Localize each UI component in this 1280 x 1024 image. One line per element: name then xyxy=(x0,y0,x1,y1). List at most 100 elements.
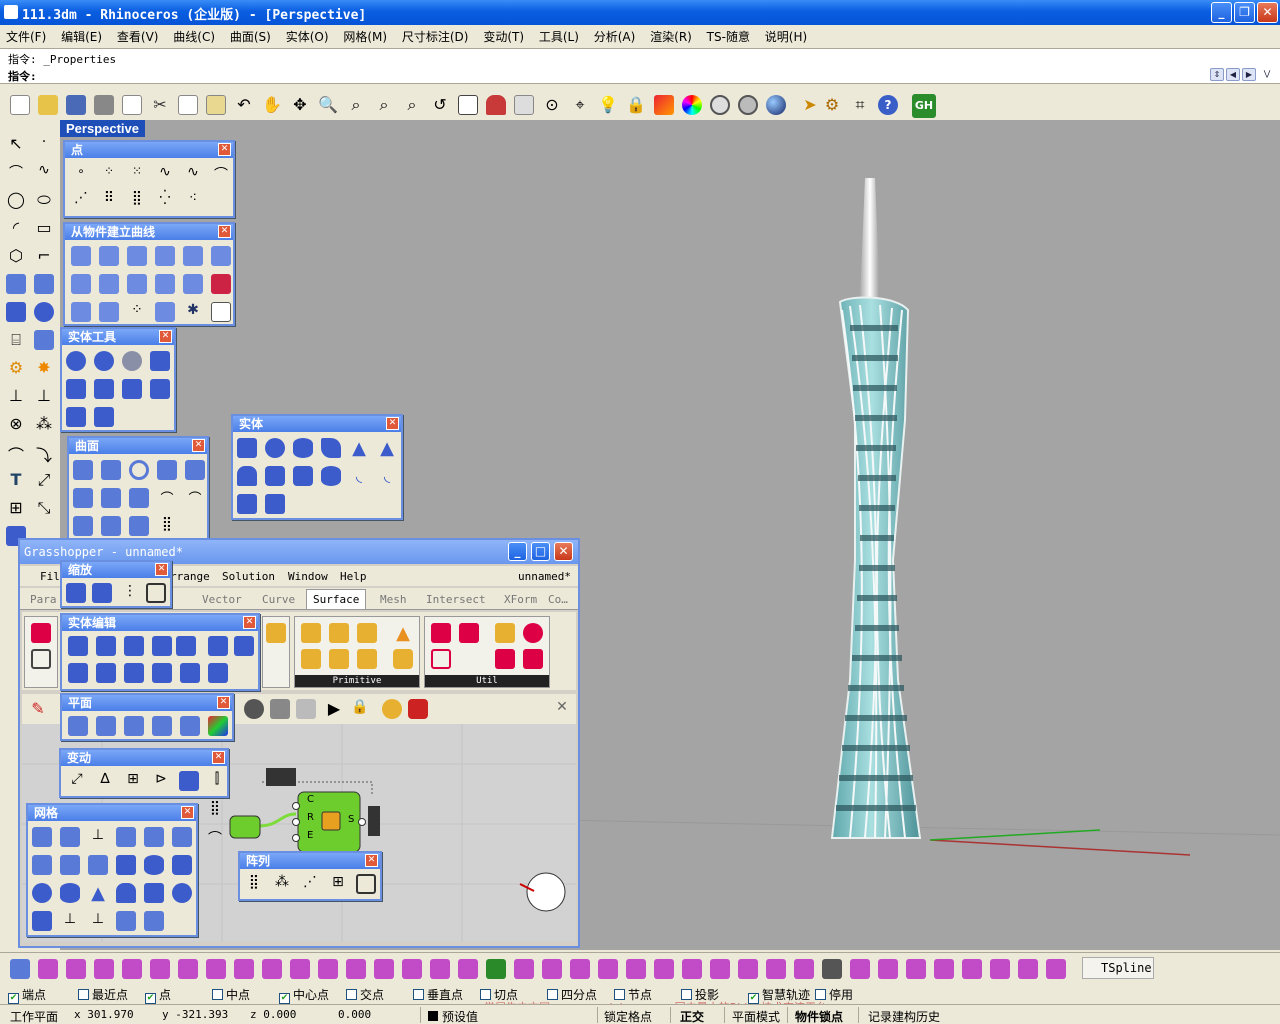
mesh-cube-icon[interactable] xyxy=(116,855,136,875)
explode-icon[interactable]: ✸ xyxy=(34,358,54,378)
close-icon[interactable]: ✕ xyxy=(192,439,205,452)
ts-split-icon[interactable] xyxy=(794,959,814,979)
extract-points-icon[interactable]: ⁖ xyxy=(183,190,203,210)
array-icon[interactable]: ⊞ xyxy=(6,498,26,518)
truncated-cone-icon[interactable] xyxy=(237,466,257,486)
close-icon[interactable]: ✕ xyxy=(181,806,194,819)
boolean-difference-icon[interactable] xyxy=(94,351,114,371)
light-on-icon[interactable]: 💡 xyxy=(598,95,618,115)
status-layer[interactable]: 预设值 xyxy=(442,1008,478,1024)
status-planar[interactable]: 平面模式 xyxy=(732,1008,780,1024)
expand-icon[interactable]: ⋁ xyxy=(1260,68,1274,81)
ts-append-icon[interactable] xyxy=(430,959,450,979)
array-hole-icon[interactable] xyxy=(152,663,172,683)
four-views-icon[interactable] xyxy=(458,95,478,115)
array-grid-icon[interactable]: ⣿ xyxy=(205,800,225,820)
gh-tab-surface[interactable]: Surface xyxy=(306,589,367,609)
move-face-icon[interactable] xyxy=(68,636,88,656)
fold-face-icon[interactable] xyxy=(208,636,228,656)
gh-menu-window[interactable]: Window xyxy=(288,570,328,583)
copy-icon[interactable] xyxy=(178,95,198,115)
boolean-union-icon[interactable] xyxy=(34,302,54,322)
ts-factor-icon[interactable] xyxy=(934,959,954,979)
point-cloud-section-icon[interactable]: ⁘ xyxy=(127,302,147,322)
box-2pt-icon[interactable] xyxy=(329,623,349,643)
close-icon[interactable]: ✕ xyxy=(218,143,231,156)
plane-corner-icon[interactable] xyxy=(68,716,88,736)
cylinder-icon[interactable] xyxy=(265,466,285,486)
grid-icon[interactable] xyxy=(514,95,534,115)
gh-menu-arrange[interactable]: rrange xyxy=(170,570,210,583)
menu-render[interactable]: 渲染(R) xyxy=(644,25,697,45)
cut-icon[interactable]: ✂ xyxy=(150,95,170,115)
menu-dimension[interactable]: 尺寸标注(D) xyxy=(396,25,474,45)
osnap-int[interactable]: 交点 xyxy=(346,986,384,1003)
sweep1-icon[interactable]: ⌒ xyxy=(157,488,177,508)
gh-minimize-button[interactable]: _ xyxy=(508,542,527,561)
zoom-selected-icon[interactable]: ⌕ xyxy=(402,95,422,115)
ts-fill-hole-icon[interactable] xyxy=(402,959,422,979)
ts-fit-icon[interactable] xyxy=(1018,959,1038,979)
ts-convert-icon[interactable] xyxy=(514,959,534,979)
boolean-split-icon[interactable] xyxy=(150,351,170,371)
ts-torus-icon[interactable] xyxy=(94,959,114,979)
ts-select-icon[interactable] xyxy=(598,959,618,979)
ts-star-icon[interactable] xyxy=(906,959,926,979)
close-icon[interactable]: ✕ xyxy=(159,330,172,343)
heightfield-icon[interactable]: ⣿ xyxy=(157,516,177,536)
status-osnap[interactable]: 物件锁点 xyxy=(795,1008,843,1024)
mesh-reduce-icon[interactable] xyxy=(172,827,192,847)
car-icon[interactable] xyxy=(486,95,506,115)
preview-color-icon[interactable] xyxy=(408,699,428,719)
rendered-sphere-icon[interactable] xyxy=(766,95,786,115)
make-2d-icon[interactable] xyxy=(71,302,91,322)
mesh-outline-icon[interactable] xyxy=(155,302,175,322)
osnap-point-checkbox[interactable]: ✔ xyxy=(145,993,156,1004)
menu-analyze[interactable]: 分析(A) xyxy=(588,25,641,45)
mirror-icon[interactable]: ⊳ xyxy=(151,771,171,791)
extract-surface-icon[interactable] xyxy=(94,379,114,399)
menu-solid[interactable]: 实体(O) xyxy=(280,25,334,45)
unroll-icon[interactable] xyxy=(99,302,119,322)
mesh-unweld-icon[interactable] xyxy=(144,911,164,931)
ts-reflect-icon[interactable] xyxy=(766,959,786,979)
ts-bevel-icon[interactable] xyxy=(990,959,1010,979)
status-ortho[interactable]: 正交 xyxy=(680,1008,704,1024)
scale-3d-icon[interactable] xyxy=(66,583,86,603)
revolve-icon[interactable] xyxy=(101,488,121,508)
align-icon[interactable]: ⫿ xyxy=(207,771,227,791)
ts-insert-edge-icon[interactable] xyxy=(262,959,282,979)
plane-vertical-icon[interactable] xyxy=(152,716,172,736)
rectangle-icon[interactable]: ▭ xyxy=(34,218,54,238)
settings-gear-icon[interactable]: ⚙ xyxy=(822,95,842,115)
box-edges-icon[interactable] xyxy=(211,302,231,322)
ts-symmetry-icon[interactable] xyxy=(542,959,562,979)
mesh-box-icon[interactable] xyxy=(32,855,52,875)
cylinder-mesh-icon[interactable]: ⌸ xyxy=(6,330,26,350)
domain-box-icon[interactable] xyxy=(329,649,349,669)
brep-join-icon[interactable] xyxy=(431,623,451,643)
mesh-torus-icon[interactable] xyxy=(144,855,164,875)
gh-menu-file[interactable]: Fil xyxy=(40,570,60,583)
close-icon[interactable]: ✕ xyxy=(212,751,225,764)
close-icon[interactable]: ✕ xyxy=(155,563,168,576)
bounding-box-icon[interactable] xyxy=(301,623,321,643)
scroll-left-icon[interactable]: ◀ xyxy=(1226,68,1240,81)
divide-curve-icon[interactable]: ∿ xyxy=(155,164,175,184)
restore-button[interactable]: ❐ xyxy=(1234,2,1255,23)
rotate-view-icon[interactable]: ✥ xyxy=(290,95,310,115)
rectangular-array-icon[interactable]: ⣿ xyxy=(244,874,264,894)
sweep2-icon[interactable]: ⌒ xyxy=(185,488,205,508)
osnap-end-checkbox[interactable]: ✔ xyxy=(8,993,19,1004)
ts-shrink-icon[interactable] xyxy=(710,959,730,979)
section-icon[interactable] xyxy=(155,246,175,266)
project-icon[interactable]: ⤵ xyxy=(34,442,54,465)
ellipse-icon[interactable]: ⬭ xyxy=(34,190,54,210)
ts-unweld-icon[interactable] xyxy=(374,959,394,979)
polygon-icon[interactable]: ⬡ xyxy=(6,246,26,266)
circle-icon[interactable]: ◯ xyxy=(6,190,26,210)
ts-manipulator-icon[interactable] xyxy=(150,959,170,979)
osnap-mid-checkbox[interactable] xyxy=(212,989,223,1000)
drape-icon[interactable] xyxy=(129,516,149,536)
osnap-end[interactable]: ✔ 端点 xyxy=(8,986,46,1004)
